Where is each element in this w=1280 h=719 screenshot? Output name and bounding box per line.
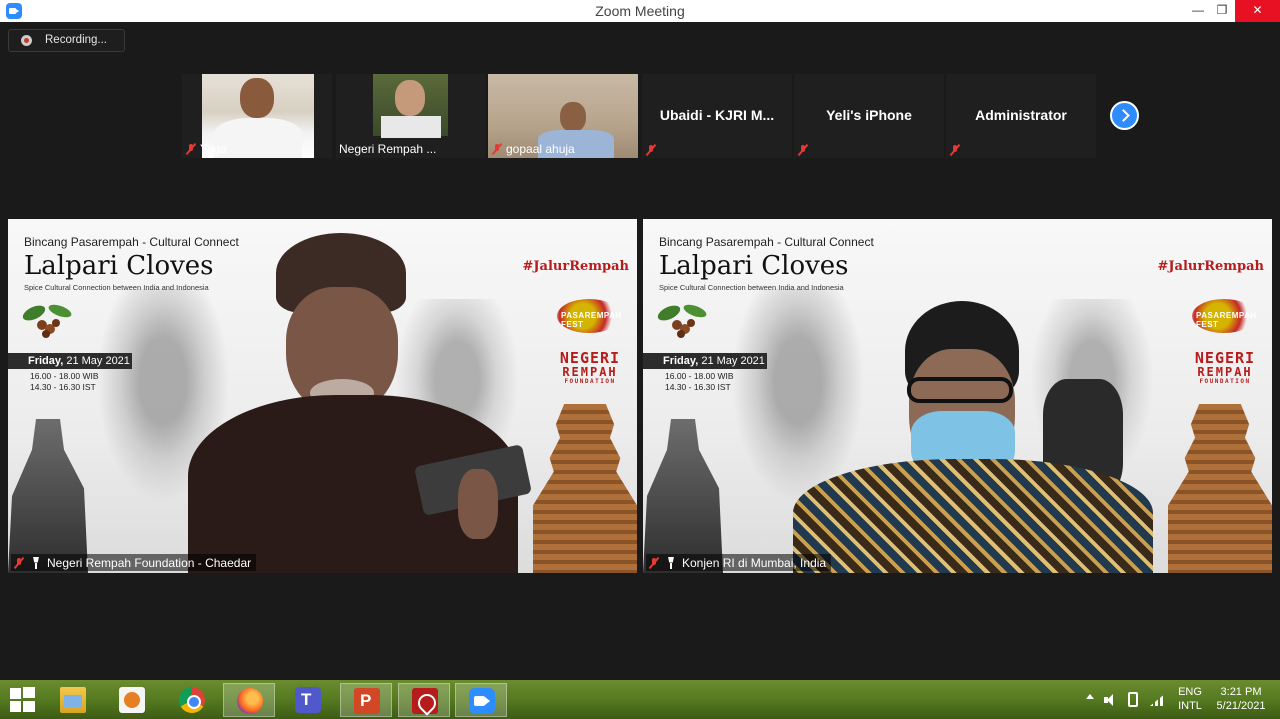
participant-label <box>645 144 660 156</box>
event-date: Friday, 21 May 2021 <box>8 353 132 369</box>
show-hidden-icons-button[interactable] <box>1086 694 1094 699</box>
speaker-video <box>158 219 558 573</box>
window-title: Zoom Meeting <box>595 3 685 19</box>
teams-icon <box>295 687 321 713</box>
record-icon <box>21 35 32 46</box>
taskbar-app-zoom[interactable] <box>455 683 507 717</box>
taskbar-app-explorer[interactable] <box>47 683 99 717</box>
muted-mic-icon <box>949 144 961 156</box>
title-bar: Zoom Meeting — ❐ ✕ <box>0 0 1280 22</box>
participant-label: Konjen RI di Mumbai, India <box>646 554 832 571</box>
video-panel-left[interactable]: Bincang Pasarempah - Cultural Connect La… <box>8 219 637 573</box>
participant-name: Yeli's iPhone <box>826 107 912 123</box>
firefox-icon <box>237 688 263 714</box>
taskbar-app-firefox[interactable] <box>223 683 275 717</box>
event-time-wib: 16.00 - 18.00 WIB <box>30 371 99 381</box>
zoom-icon <box>469 688 495 714</box>
muted-mic-icon <box>185 143 197 155</box>
pin-icon <box>666 557 676 569</box>
network-signal-icon[interactable] <box>1150 693 1166 706</box>
taskbar: ENG INTL 3:21 PM 5/21/2021 <box>0 680 1280 719</box>
participant-tile[interactable]: Yoga <box>182 74 332 158</box>
participant-label: Negeri Rempah ... <box>339 142 437 156</box>
muted-mic-icon <box>648 557 660 569</box>
negeri-rempah-logo: NEGERI REMPAH FOUNDATION <box>1194 349 1256 385</box>
negeri-rempah-logo: NEGERI REMPAH FOUNDATION <box>559 349 621 385</box>
system-clock[interactable]: 3:21 PM 5/21/2021 <box>1210 680 1272 719</box>
participant-label: Negeri Rempah Foundation - Chaedar <box>11 554 257 571</box>
muted-mic-icon <box>491 143 503 155</box>
maximize-button[interactable]: ❐ <box>1207 0 1237 22</box>
participant-label <box>949 144 964 156</box>
taskbar-app-powerpoint[interactable] <box>340 683 392 717</box>
powerpoint-icon <box>354 688 380 714</box>
event-time-ist: 14.30 - 16.30 IST <box>665 382 731 392</box>
participant-label: gopaal ahuja <box>491 142 575 156</box>
participant-name: Ubaidi - KJRI M... <box>659 107 775 123</box>
recording-label: Recording... <box>45 34 108 46</box>
chrome-icon <box>179 687 205 713</box>
participant-tile[interactable]: Yeli's iPhone <box>794 74 944 158</box>
participant-tile[interactable]: gopaal ahuja <box>488 74 638 158</box>
volume-icon[interactable] <box>1104 694 1118 706</box>
participant-tile[interactable]: Negeri Rempah ... <box>336 74 486 158</box>
video-panel-right[interactable]: Bincang Pasarempah - Cultural Connect La… <box>643 219 1272 573</box>
windows-start-button[interactable] <box>10 687 36 713</box>
folder-icon <box>60 687 86 713</box>
power-icon[interactable] <box>1128 692 1138 707</box>
participant-video <box>373 74 448 138</box>
participant-label: Yoga <box>185 142 227 156</box>
input-language[interactable]: ENG INTL <box>1170 680 1210 719</box>
acrobat-icon <box>412 688 438 714</box>
participant-tile[interactable]: Administrator <box>946 74 1096 158</box>
event-date: Friday, 21 May 2021 <box>643 353 767 369</box>
clove-icon <box>22 304 72 338</box>
speaker-video <box>793 219 1193 573</box>
participant-name: Administrator <box>975 107 1067 123</box>
muted-mic-icon <box>797 144 809 156</box>
taskbar-app-acrobat[interactable] <box>398 683 450 717</box>
close-button[interactable]: ✕ <box>1235 0 1280 22</box>
next-page-button[interactable] <box>1110 101 1139 130</box>
event-time-wib: 16.00 - 18.00 WIB <box>665 371 734 381</box>
taskbar-app-video-player[interactable] <box>106 683 158 717</box>
participant-label <box>797 144 812 156</box>
pin-icon <box>31 557 41 569</box>
taskbar-app-chrome[interactable] <box>166 683 218 717</box>
event-time-ist: 14.30 - 16.30 IST <box>30 382 96 392</box>
participant-tile[interactable]: Ubaidi - KJRI M... <box>642 74 792 158</box>
taskbar-app-teams[interactable] <box>282 683 334 717</box>
pasarempah-fest-logo: PASAREMPAH FEST <box>557 299 621 333</box>
clove-icon <box>657 304 707 338</box>
muted-mic-icon <box>645 144 657 156</box>
recording-indicator[interactable]: Recording... <box>8 29 125 52</box>
muted-mic-icon <box>13 557 25 569</box>
pasarempah-fest-logo: PASAREMPAH FEST <box>1192 299 1256 333</box>
video-player-icon <box>119 687 145 713</box>
